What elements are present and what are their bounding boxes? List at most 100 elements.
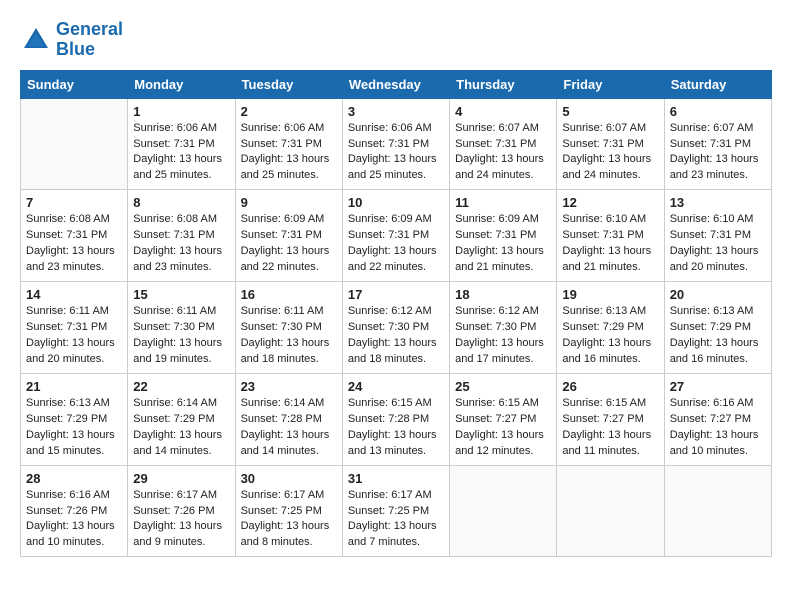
day-info: Sunrise: 6:08 AM Sunset: 7:31 PM Dayligh… — [133, 212, 229, 276]
calendar-cell: 28 Sunrise: 6:16 AM Sunset: 7:26 PM Dayli… — [21, 465, 128, 557]
weekday-header-wednesday: Wednesday — [342, 70, 449, 98]
calendar-cell: 26 Sunrise: 6:15 AM Sunset: 7:27 PM Dayli… — [557, 373, 664, 465]
calendar-week-1: 1 Sunrise: 6:06 AM Sunset: 7:31 PM Daylig… — [21, 98, 772, 190]
weekday-header-friday: Friday — [557, 70, 664, 98]
day-info: Sunrise: 6:17 AM Sunset: 7:26 PM Dayligh… — [133, 488, 229, 552]
day-info: Sunrise: 6:16 AM Sunset: 7:26 PM Dayligh… — [26, 488, 122, 552]
calendar-cell: 22 Sunrise: 6:14 AM Sunset: 7:29 PM Dayli… — [128, 373, 235, 465]
day-info: Sunrise: 6:15 AM Sunset: 7:27 PM Dayligh… — [455, 396, 551, 460]
calendar-cell: 2 Sunrise: 6:06 AM Sunset: 7:31 PM Daylig… — [235, 98, 342, 190]
day-info: Sunrise: 6:12 AM Sunset: 7:30 PM Dayligh… — [348, 304, 444, 368]
day-info: Sunrise: 6:17 AM Sunset: 7:25 PM Dayligh… — [241, 488, 337, 552]
weekday-header-monday: Monday — [128, 70, 235, 98]
calendar-cell: 7Sunrise: 6:08 AM Sunset: 7:31 PM Daylig… — [21, 190, 128, 282]
day-number: 4 — [455, 104, 551, 119]
calendar-cell: 25 Sunrise: 6:15 AM Sunset: 7:27 PM Dayli… — [450, 373, 557, 465]
day-number: 1 — [133, 104, 229, 119]
calendar-cell: 14 Sunrise: 6:11 AM Sunset: 7:31 PM Dayli… — [21, 282, 128, 374]
calendar-cell: 21 Sunrise: 6:13 AM Sunset: 7:29 PM Dayli… — [21, 373, 128, 465]
day-number: 23 — [241, 379, 337, 394]
day-number: 27 — [670, 379, 766, 394]
day-info: Sunrise: 6:06 AM Sunset: 7:31 PM Dayligh… — [348, 121, 444, 185]
calendar-cell: 11 Sunrise: 6:09 AM Sunset: 7:31 PM Dayli… — [450, 190, 557, 282]
calendar-week-3: 14 Sunrise: 6:11 AM Sunset: 7:31 PM Dayli… — [21, 282, 772, 374]
day-number: 8 — [133, 195, 229, 210]
day-number: 19 — [562, 287, 658, 302]
day-info: Sunrise: 6:15 AM Sunset: 7:27 PM Dayligh… — [562, 396, 658, 460]
calendar-cell: 23 Sunrise: 6:14 AM Sunset: 7:28 PM Dayli… — [235, 373, 342, 465]
day-info: Sunrise: 6:14 AM Sunset: 7:28 PM Dayligh… — [241, 396, 337, 460]
weekday-header-sunday: Sunday — [21, 70, 128, 98]
day-info: Sunrise: 6:09 AM Sunset: 7:31 PM Dayligh… — [348, 212, 444, 276]
day-info: Sunrise: 6:13 AM Sunset: 7:29 PM Dayligh… — [562, 304, 658, 368]
day-info: Sunrise: 6:15 AM Sunset: 7:28 PM Dayligh… — [348, 396, 444, 460]
day-info: Sunrise: 6:06 AM Sunset: 7:31 PM Dayligh… — [241, 121, 337, 185]
calendar-cell — [21, 98, 128, 190]
day-info: Sunrise: 6:17 AM Sunset: 7:25 PM Dayligh… — [348, 488, 444, 552]
day-number: 5 — [562, 104, 658, 119]
day-number: 2 — [241, 104, 337, 119]
calendar-cell: 30 Sunrise: 6:17 AM Sunset: 7:25 PM Dayli… — [235, 465, 342, 557]
day-number: 9 — [241, 195, 337, 210]
day-number: 14 — [26, 287, 122, 302]
day-number: 31 — [348, 471, 444, 486]
calendar-week-4: 21 Sunrise: 6:13 AM Sunset: 7:29 PM Dayli… — [21, 373, 772, 465]
weekday-header-saturday: Saturday — [664, 70, 771, 98]
page-header: General Blue — [20, 20, 772, 60]
day-number: 30 — [241, 471, 337, 486]
day-info: Sunrise: 6:09 AM Sunset: 7:31 PM Dayligh… — [455, 212, 551, 276]
calendar-cell: 1 Sunrise: 6:06 AM Sunset: 7:31 PM Daylig… — [128, 98, 235, 190]
day-number: 13 — [670, 195, 766, 210]
day-info: Sunrise: 6:11 AM Sunset: 7:30 PM Dayligh… — [133, 304, 229, 368]
day-number: 29 — [133, 471, 229, 486]
day-number: 16 — [241, 287, 337, 302]
day-number: 12 — [562, 195, 658, 210]
day-info: Sunrise: 6:14 AM Sunset: 7:29 PM Dayligh… — [133, 396, 229, 460]
day-number: 20 — [670, 287, 766, 302]
calendar-cell: 18 Sunrise: 6:12 AM Sunset: 7:30 PM Dayli… — [450, 282, 557, 374]
calendar-cell — [557, 465, 664, 557]
day-number: 21 — [26, 379, 122, 394]
day-number: 6 — [670, 104, 766, 119]
calendar-cell: 13 Sunrise: 6:10 AM Sunset: 7:31 PM Dayli… — [664, 190, 771, 282]
calendar-cell: 19 Sunrise: 6:13 AM Sunset: 7:29 PM Dayli… — [557, 282, 664, 374]
calendar-cell: 12 Sunrise: 6:10 AM Sunset: 7:31 PM Dayli… — [557, 190, 664, 282]
day-info: Sunrise: 6:10 AM Sunset: 7:31 PM Dayligh… — [670, 212, 766, 276]
calendar-cell: 3 Sunrise: 6:06 AM Sunset: 7:31 PM Daylig… — [342, 98, 449, 190]
day-number: 18 — [455, 287, 551, 302]
logo-icon — [20, 24, 52, 56]
calendar-cell: 17 Sunrise: 6:12 AM Sunset: 7:30 PM Dayli… — [342, 282, 449, 374]
day-info: Sunrise: 6:06 AM Sunset: 7:31 PM Dayligh… — [133, 121, 229, 185]
calendar-week-5: 28 Sunrise: 6:16 AM Sunset: 7:26 PM Dayli… — [21, 465, 772, 557]
day-info: Sunrise: 6:11 AM Sunset: 7:31 PM Dayligh… — [26, 304, 122, 368]
day-info: Sunrise: 6:11 AM Sunset: 7:30 PM Dayligh… — [241, 304, 337, 368]
calendar-cell: 15 Sunrise: 6:11 AM Sunset: 7:30 PM Dayli… — [128, 282, 235, 374]
day-info: Sunrise: 6:13 AM Sunset: 7:29 PM Dayligh… — [26, 396, 122, 460]
day-info: Sunrise: 6:12 AM Sunset: 7:30 PM Dayligh… — [455, 304, 551, 368]
day-number: 15 — [133, 287, 229, 302]
calendar-table: SundayMondayTuesdayWednesdayThursdayFrid… — [20, 70, 772, 558]
calendar-cell: 29 Sunrise: 6:17 AM Sunset: 7:26 PM Dayli… — [128, 465, 235, 557]
day-info: Sunrise: 6:13 AM Sunset: 7:29 PM Dayligh… — [670, 304, 766, 368]
day-info: Sunrise: 6:07 AM Sunset: 7:31 PM Dayligh… — [562, 121, 658, 185]
day-number: 17 — [348, 287, 444, 302]
day-number: 28 — [26, 471, 122, 486]
day-number: 22 — [133, 379, 229, 394]
calendar-cell: 5 Sunrise: 6:07 AM Sunset: 7:31 PM Daylig… — [557, 98, 664, 190]
calendar-cell: 24Sunrise: 6:15 AM Sunset: 7:28 PM Dayli… — [342, 373, 449, 465]
day-number: 25 — [455, 379, 551, 394]
day-number: 3 — [348, 104, 444, 119]
calendar-cell: 9Sunrise: 6:09 AM Sunset: 7:31 PM Daylig… — [235, 190, 342, 282]
weekday-header-row: SundayMondayTuesdayWednesdayThursdayFrid… — [21, 70, 772, 98]
calendar-cell: 6Sunrise: 6:07 AM Sunset: 7:31 PM Daylig… — [664, 98, 771, 190]
weekday-header-thursday: Thursday — [450, 70, 557, 98]
calendar-cell: 20 Sunrise: 6:13 AM Sunset: 7:29 PM Dayli… — [664, 282, 771, 374]
day-info: Sunrise: 6:08 AM Sunset: 7:31 PM Dayligh… — [26, 212, 122, 276]
day-info: Sunrise: 6:10 AM Sunset: 7:31 PM Dayligh… — [562, 212, 658, 276]
calendar-cell: 31 Sunrise: 6:17 AM Sunset: 7:25 PM Dayli… — [342, 465, 449, 557]
day-number: 26 — [562, 379, 658, 394]
logo-text: General Blue — [56, 20, 123, 60]
calendar-cell: 4Sunrise: 6:07 AM Sunset: 7:31 PM Daylig… — [450, 98, 557, 190]
day-number: 11 — [455, 195, 551, 210]
calendar-cell: 27Sunrise: 6:16 AM Sunset: 7:27 PM Dayli… — [664, 373, 771, 465]
